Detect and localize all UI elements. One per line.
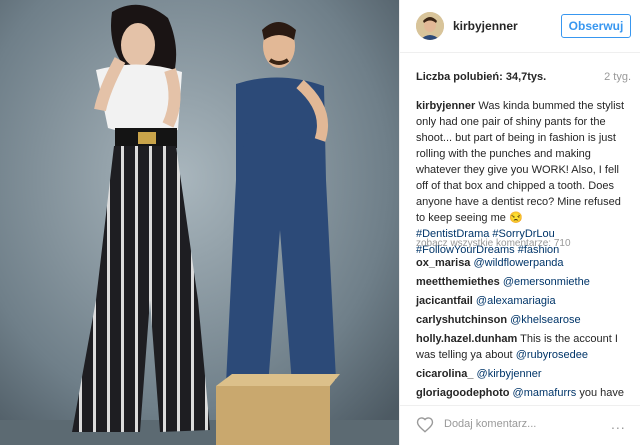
avatar[interactable] (416, 12, 444, 40)
photo-image (0, 0, 399, 445)
heart-icon[interactable] (416, 416, 434, 434)
comment-username[interactable]: jacicantfail (416, 295, 473, 307)
view-all-comments-link[interactable]: zobacz wszystkie komentarze: 710 (416, 238, 571, 249)
comment-username[interactable]: holly.hazel.dunham (416, 333, 517, 345)
likes-row: Liczba polubień: 34,7tys. 2 tyg. (416, 71, 631, 83)
comment-mention[interactable]: @wildflowerpanda (474, 257, 564, 269)
more-options-icon[interactable]: ... (611, 416, 626, 432)
caption-username[interactable]: kirbyjenner (416, 100, 475, 112)
add-comment-input[interactable]: Dodaj komentarz... (444, 418, 536, 430)
likes-count[interactable]: Liczba polubień: 34,7tys. (416, 71, 546, 83)
comment-username[interactable]: meetthemiethes (416, 276, 500, 288)
comment-username[interactable]: gloriagoodephoto (416, 387, 509, 399)
comment-mention[interactable]: @rubyrosedee (516, 349, 588, 361)
post-panel: kirbyjenner Obserwuj Liczba polubień: 34… (399, 0, 640, 445)
post-photo[interactable] (0, 0, 399, 445)
post-caption: kirbyjenner Was kinda bummed the stylist… (416, 98, 631, 258)
comment-mention[interactable]: @kirbyjenner (477, 368, 542, 380)
caption-text: Was kinda bummed the stylist only had on… (416, 100, 625, 224)
comment-item: holly.hazel.dunham This is the account I… (416, 331, 631, 363)
comment-item: carlyshutchinson @khelsearose (416, 312, 631, 328)
comment-username[interactable]: ox_marisa (416, 257, 470, 269)
comment-mention[interactable]: @khelsearose (510, 314, 580, 326)
post-username[interactable]: kirbyjenner (453, 19, 518, 33)
comment-item: gloriagoodephoto @mamafurrs you have (416, 385, 631, 401)
comments-list: ox_marisa @wildflowerpanda meetthemiethe… (416, 255, 631, 404)
comment-item: meetthemiethes @emersonmiethe (416, 274, 631, 290)
comment-mention[interactable]: @emersonmiethe (503, 276, 590, 288)
post-time[interactable]: 2 tyg. (604, 71, 631, 83)
comment-item: ox_marisa @wildflowerpanda (416, 255, 631, 271)
comment-username[interactable]: cicarolina_ (416, 368, 473, 380)
comment-text: you have (579, 387, 624, 399)
follow-button[interactable]: Obserwuj (561, 14, 631, 38)
comment-mention[interactable]: @mamafurrs (513, 387, 577, 399)
comment-item: jacicantfail @alexamariagia (416, 293, 631, 309)
comment-username[interactable]: carlyshutchinson (416, 314, 507, 326)
comment-item: cicarolina_ @kirbyjenner (416, 366, 631, 382)
post-header: kirbyjenner Obserwuj (400, 0, 640, 53)
post-footer: Dodaj komentarz... ... (400, 405, 640, 445)
comment-mention[interactable]: @alexamariagia (476, 295, 556, 307)
